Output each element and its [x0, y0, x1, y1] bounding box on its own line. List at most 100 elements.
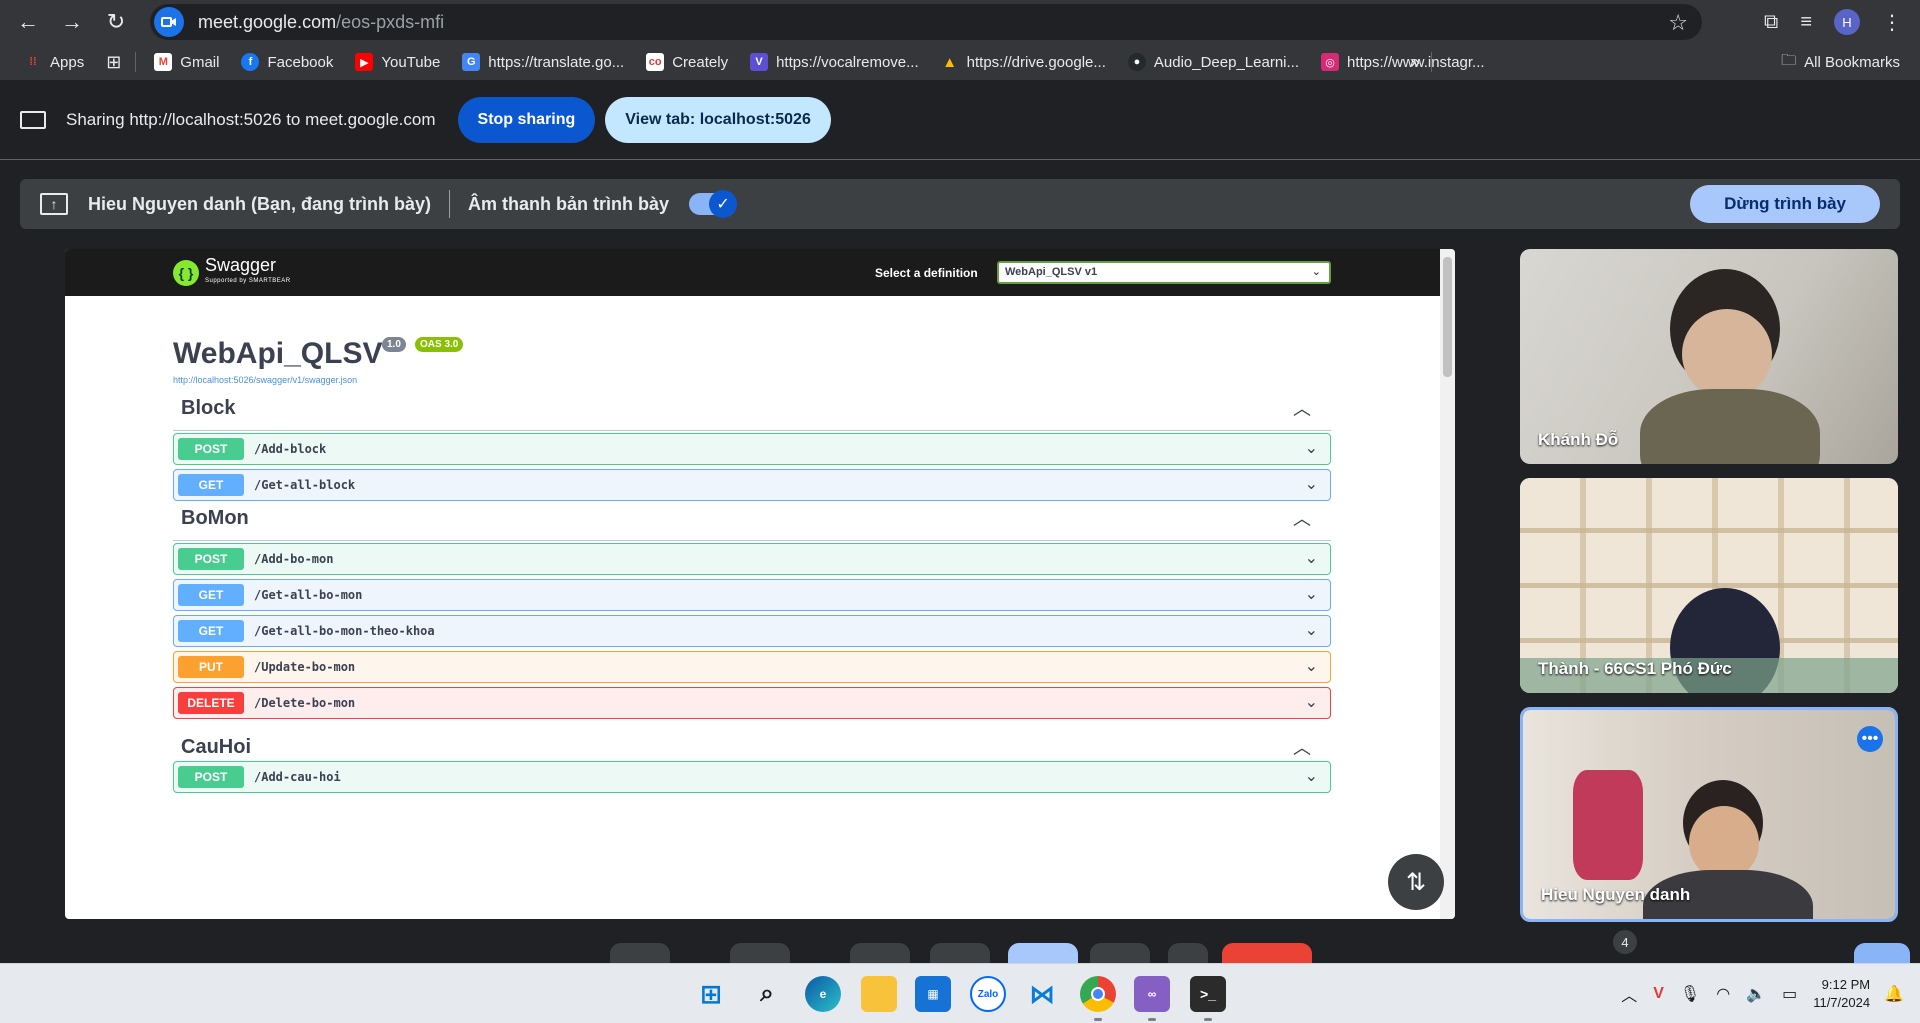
vivaldi-tray-icon[interactable]: V [1653, 985, 1664, 1003]
bookmark-facebook[interactable]: f Facebook [241, 53, 333, 71]
bookmark-translate[interactable]: Ghttps://translate.go... [462, 53, 624, 71]
back-button[interactable]: ← [6, 0, 50, 44]
clock[interactable]: 9:12 PM 11/7/2024 [1813, 976, 1870, 1012]
menu-kebab-icon[interactable]: ⋮ [1882, 10, 1902, 35]
operation-row[interactable]: GET /Get-all-bo-mon ⌄ [173, 579, 1331, 611]
operation-path: /Add-block [254, 442, 327, 456]
meet-control-button[interactable] [930, 943, 990, 965]
operation-path: /Get-all-block [254, 478, 356, 492]
bookmark-star-icon[interactable]: ☆ [1668, 10, 1688, 36]
participant-count-badge: 4 [1613, 930, 1637, 954]
more-bookmarks-chevron-icon[interactable]: » [1410, 52, 1420, 73]
meet-control-button[interactable] [730, 943, 790, 965]
visual-studio-icon[interactable]: ∞ [1134, 976, 1170, 1012]
operation-row[interactable]: POST /Add-bo-mon ⌄ [173, 543, 1331, 575]
address-bar[interactable]: meet.google.com/eos-pxds-mfi ☆ [150, 4, 1702, 40]
meet-control-button[interactable] [850, 943, 910, 965]
participant-name: Khánh Đỗ [1538, 430, 1619, 449]
presentation-audio-label: Âm thanh bản trình bày [468, 193, 670, 214]
media-control-icon[interactable]: ≡ [1800, 11, 1812, 34]
chevron-down-icon: ⌄ [1304, 768, 1318, 785]
bookmark-creately[interactable]: co Creately [646, 53, 728, 71]
reload-button[interactable]: ↻ [94, 0, 138, 44]
file-explorer-icon[interactable] [861, 976, 897, 1012]
forward-button[interactable]: → [50, 0, 94, 44]
swagger-logo-icon: { } [173, 260, 199, 286]
participant-tile-self[interactable]: ••• Hieu Nguyen danh [1520, 707, 1898, 922]
terminal-icon[interactable]: >_ [1190, 976, 1226, 1012]
zalo-icon[interactable]: Zalo [970, 976, 1006, 1012]
scroll-arrows-icon[interactable]: ⇅ [1388, 854, 1444, 910]
clock-date: 11/7/2024 [1813, 995, 1871, 1010]
activities-button[interactable] [1854, 943, 1910, 965]
scrollbar-thumb[interactable] [1443, 257, 1452, 377]
extensions-icon[interactable]: ⧉ [1764, 11, 1778, 34]
facebook-icon: f [241, 53, 260, 71]
meet-control-button[interactable] [610, 943, 670, 965]
tag-section-block[interactable]: Block ︿ [173, 385, 1331, 431]
bookmark-drive[interactable]: ▲ https://drive.google... [941, 53, 1106, 71]
operation-row[interactable]: POST /Add-block ⌄ [173, 433, 1331, 465]
stop-sharing-button[interactable]: Stop sharing [457, 96, 596, 143]
operation-row[interactable]: GET /Get-all-bo-mon-theo-khoa ⌄ [173, 615, 1331, 647]
method-badge: GET [178, 474, 244, 496]
more-options-icon[interactable]: ••• [1857, 726, 1883, 752]
microphone-icon[interactable]: 🎙 [1680, 984, 1700, 1004]
notification-bell-icon[interactable]: 🔔 [1884, 984, 1904, 1004]
github-icon: ● [1127, 53, 1146, 71]
terminal-running-indicator [1204, 1018, 1212, 1021]
definition-select[interactable]: WebApi_QLSV v1 ⌄ [997, 261, 1331, 284]
meet-control-button[interactable] [1168, 943, 1208, 965]
bookmark-github[interactable]: ● Audio_Deep_Learni... [1127, 53, 1299, 71]
volume-icon[interactable]: 🔈 [1746, 984, 1766, 1004]
battery-icon[interactable]: ▭ [1782, 984, 1797, 1004]
chevron-down-icon: ⌄ [1304, 658, 1318, 675]
swagger-logo-subtext: Supported by SMARTBEAR [205, 278, 291, 284]
meet-control-button[interactable] [1090, 943, 1150, 965]
meet-site-icon[interactable] [154, 7, 184, 37]
bookmark-gmail[interactable]: M Gmail [154, 53, 219, 71]
creately-icon: co [646, 53, 665, 71]
profile-avatar[interactable]: H [1834, 9, 1860, 35]
start-icon[interactable]: ⊞ [693, 976, 729, 1012]
tag-name: Block [181, 397, 236, 419]
wifi-icon[interactable]: ◠ [1716, 984, 1730, 1004]
operation-row[interactable]: DELETE /Delete-bo-mon ⌄ [173, 687, 1331, 719]
bookmark-apps[interactable]: ⁞⁞ Apps [24, 53, 84, 71]
participant-tile[interactable]: Khánh Đỗ [1520, 249, 1898, 464]
tag-section-bomon[interactable]: BoMon ︿ [173, 495, 1331, 541]
operation-path: /Delete-bo-mon [254, 696, 356, 710]
participant-tile[interactable]: Thành - 66CS1 Phó Đức [1520, 478, 1898, 693]
view-tab-button[interactable]: View tab: localhost:5026 [605, 96, 831, 143]
store-icon[interactable]: ▦ [915, 976, 951, 1012]
spec-json-link[interactable]: http://localhost:5026/swagger/v1/swagger… [173, 375, 357, 385]
vscode-icon[interactable]: ⋈ [1024, 976, 1060, 1012]
windows-taskbar: ⊞ ⌕ e ▦ Zalo ⋈ ∞ >_ ︿ V 🎙 ◠ 🔈 ▭ 9:12 PM … [0, 963, 1920, 1023]
presentation-audio-toggle[interactable]: ✓ [689, 190, 738, 218]
bookmark-youtube[interactable]: ▶ YouTube [355, 53, 440, 71]
participant-shirt [1640, 389, 1820, 464]
stop-presenting-button[interactable]: Dừng trình bày [1690, 185, 1880, 223]
operation-path: /Get-all-bo-mon [254, 588, 363, 602]
chrome-running-indicator [1094, 1018, 1102, 1021]
leave-call-button[interactable] [1222, 943, 1312, 965]
edge-icon[interactable]: e [805, 976, 841, 1012]
chrome-icon[interactable] [1080, 976, 1116, 1012]
tray-overflow-chevron-icon[interactable]: ︿ [1621, 982, 1637, 1006]
swagger-scrollbar[interactable] [1440, 249, 1455, 919]
search-icon[interactable]: ⌕ [749, 976, 785, 1012]
version-badge: 1.0 [382, 337, 406, 352]
present-now-button[interactable] [1008, 943, 1078, 965]
bookmark-separator [135, 52, 137, 72]
operation-path: /Update-bo-mon [254, 660, 356, 674]
tab-groups-icon[interactable]: ⊞ [106, 52, 121, 73]
operation-row[interactable]: POST /Add-cau-hoi ⌄ [173, 761, 1331, 793]
method-badge: POST [178, 548, 244, 570]
bookmark-instagram[interactable]: ◎ https://www.instagr... [1321, 53, 1485, 71]
bookmark-vocalremover[interactable]: Vhttps://vocalremove... [750, 53, 919, 71]
clock-time: 9:12 PM [1821, 977, 1871, 992]
operation-row[interactable]: PUT /Update-bo-mon ⌄ [173, 651, 1331, 683]
chevron-down-icon: ⌄ [1304, 586, 1318, 603]
instagram-icon: ◎ [1321, 53, 1339, 71]
all-bookmarks-button[interactable]: 🗀 All Bookmarks [1781, 44, 1900, 80]
